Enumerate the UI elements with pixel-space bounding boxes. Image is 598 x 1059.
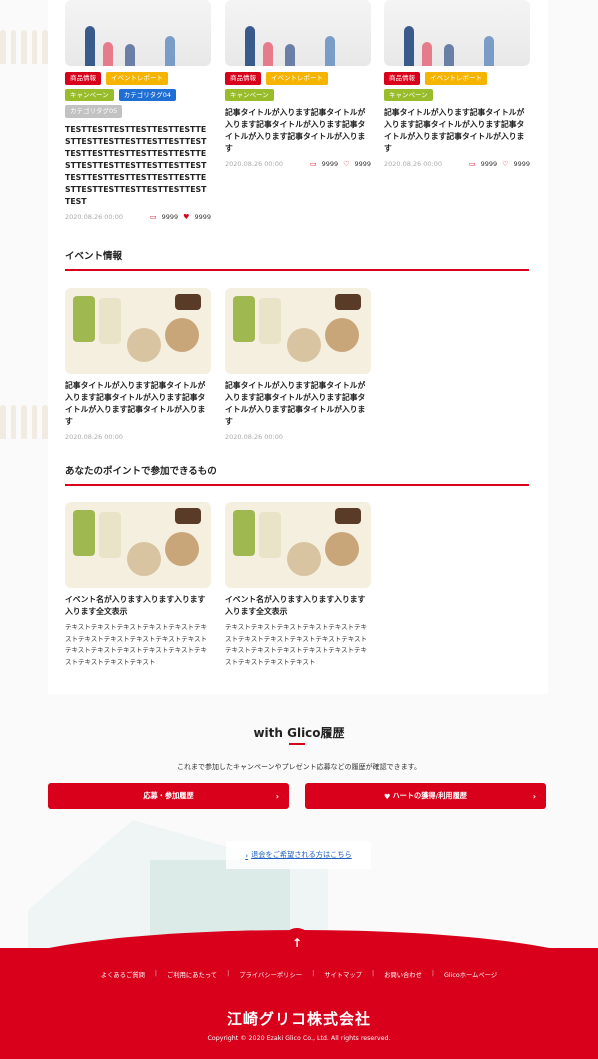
apply-history-label: 応募・参加履歴 — [143, 791, 194, 800]
tag[interactable]: イベントレポート — [266, 72, 328, 85]
chevron-right-icon: › — [245, 850, 249, 860]
event-card[interactable]: 記事タイトルが入ります記事タイトルが入ります記事タイトルが入ります記事タイトルが… — [65, 288, 211, 441]
history-description: これまで参加したキャンペーンやプレゼント応募などの履歴が確認できます。 — [177, 763, 421, 771]
apply-history-button[interactable]: 応募・参加履歴 › — [48, 783, 289, 809]
article-card[interactable]: 商品情報 イベントレポート キャンペーン 記事タイトルが入ります記事タイトルが入… — [384, 0, 530, 168]
footer-link[interactable]: お問い合わせ — [384, 970, 422, 979]
withdraw-link[interactable]: › 退会をご希望される方はこちら — [226, 841, 371, 869]
article-thumbnail — [225, 0, 371, 66]
comment-icon: ▭ — [150, 212, 157, 221]
footer — [0, 948, 598, 1059]
article-meta: 2020.08.26 00:00 ▭ 9999 ♥ 9999 — [65, 213, 211, 221]
article-title: TESTTESTTESTTESTTESTTESTTESTTESTTESTTEST… — [65, 124, 207, 206]
tag[interactable]: 商品情報 — [384, 72, 420, 85]
event-thumbnail — [225, 288, 371, 374]
copyright: Copyright © 2020 Ezaki Glico Co., Ltd. A… — [207, 1035, 391, 1042]
back-to-top-button[interactable]: ↑ — [282, 928, 312, 958]
company-logo[interactable]: 江崎グリコ株式会社 — [0, 1008, 598, 1029]
tag[interactable]: キャンペーン — [384, 88, 433, 101]
footer-link[interactable]: ご利用にあたって — [167, 970, 217, 979]
heart-icon: ♡ — [343, 160, 350, 168]
point-description: テキストテキストテキストテキストテキストテキストテキストテキストテキストテキスト… — [225, 623, 368, 666]
point-title: イベント名が入ります入ります入ります入ります全文表示 — [225, 595, 366, 616]
tag-list: 商品情報 イベントレポート キャンペーン — [384, 72, 530, 101]
tag[interactable]: キャンペーン — [65, 88, 114, 101]
event-date: 2020.08.26 00:00 — [65, 433, 124, 441]
event-title: 記事タイトルが入ります記事タイトルが入ります記事タイトルが入ります記事タイトルが… — [65, 381, 206, 426]
tag-list: 商品情報 イベントレポート キャンペーン — [225, 72, 371, 101]
heart-icon: ♡ — [502, 160, 509, 168]
heart-icon: ♥ — [183, 212, 190, 221]
fence-decoration — [0, 405, 48, 439]
divider: | — [154, 970, 158, 977]
withdraw-link-label: 退会をご希望される方はこちら — [251, 850, 352, 859]
event-title: 記事タイトルが入ります記事タイトルが入ります記事タイトルが入ります記事タイトルが… — [225, 381, 366, 426]
footer-link[interactable]: よくあるご質問 — [101, 970, 145, 979]
event-thumbnail — [65, 288, 211, 374]
comment-icon: ▭ — [310, 160, 317, 168]
tag[interactable]: カテゴリタグ04 — [118, 88, 176, 101]
heart-count: 9999 — [513, 160, 530, 168]
article-thumbnail — [65, 0, 211, 66]
history-title: with Glico履歴 — [253, 726, 345, 740]
history-title-underline — [289, 743, 305, 745]
section-heading-points: あなたのポイントで参加できるもの — [65, 466, 217, 477]
point-card[interactable]: イベント名が入ります入ります入ります入ります全文表示 テキストテキストテキストテ… — [65, 502, 211, 668]
divider: | — [431, 970, 434, 977]
footer-link[interactable]: Glicoホームページ — [444, 970, 497, 979]
comment-count: 9999 — [161, 212, 179, 221]
article-title: 記事タイトルが入ります記事タイトルが入ります記事タイトルが入ります記事タイトルが… — [225, 108, 366, 153]
article-meta: 2020.08.26 00:00 ▭ 9999 ♡ 9999 — [225, 160, 371, 168]
point-description: テキストテキストテキストテキストテキストテキストテキストテキストテキストテキスト… — [65, 623, 208, 666]
article-card[interactable]: 商品情報 イベントレポート キャンペーン カテゴリタグ04 カテゴリタグ05 T… — [65, 0, 211, 221]
point-thumbnail — [65, 502, 211, 588]
article-card[interactable]: 商品情報 イベントレポート キャンペーン 記事タイトルが入ります記事タイトルが入… — [225, 0, 371, 168]
article-date: 2020.08.26 00:00 — [384, 160, 443, 168]
divider: | — [227, 970, 230, 977]
event-meta: 2020.08.26 00:00 — [65, 433, 211, 441]
footer-link[interactable]: サイトマップ — [324, 970, 362, 979]
tag[interactable]: キャンペーン — [225, 88, 274, 101]
tag[interactable]: イベントレポート — [106, 72, 168, 85]
point-card[interactable]: イベント名が入ります入ります入ります入ります全文表示 テキストテキストテキストテ… — [225, 502, 371, 668]
fence-decoration — [0, 30, 48, 64]
article-title: 記事タイトルが入ります記事タイトルが入ります記事タイトルが入ります記事タイトルが… — [384, 108, 525, 153]
point-thumbnail — [225, 502, 371, 588]
comment-count: 9999 — [321, 160, 339, 168]
tag-list: 商品情報 イベントレポート キャンペーン カテゴリタグ04 カテゴリタグ05 — [65, 72, 211, 118]
heart-icon: ♥ — [384, 791, 391, 801]
footer-links: よくあるご質問 | ご利用にあたって | プライバシーポリシー | サイトマップ | お… — [0, 970, 598, 979]
tag[interactable]: 商品情報 — [225, 72, 261, 85]
comment-icon: ▭ — [469, 160, 476, 168]
divider: | — [312, 970, 315, 977]
tag[interactable]: 商品情報 — [65, 72, 101, 85]
tag[interactable]: カテゴリタグ05 — [65, 105, 123, 118]
point-title: イベント名が入ります入ります入ります入ります全文表示 — [65, 595, 206, 616]
article-date: 2020.08.26 00:00 — [65, 212, 124, 221]
footer-link[interactable]: プライバシーポリシー — [239, 970, 302, 979]
article-meta: 2020.08.26 00:00 ▭ 9999 ♡ 9999 — [384, 160, 530, 168]
heart-history-label: ハートの獲得/利用履歴 — [392, 791, 467, 800]
event-date: 2020.08.26 00:00 — [225, 433, 284, 441]
event-meta: 2020.08.26 00:00 — [225, 433, 371, 441]
heart-count: 9999 — [194, 212, 211, 221]
arrow-up-icon: ↑ — [291, 936, 303, 950]
article-thumbnail — [384, 0, 530, 66]
comment-count: 9999 — [480, 160, 498, 168]
chevron-right-icon: › — [532, 791, 536, 801]
article-date: 2020.08.26 00:00 — [225, 160, 284, 168]
section-heading-events: イベント情報 — [65, 251, 123, 262]
event-card[interactable]: 記事タイトルが入ります記事タイトルが入ります記事タイトルが入ります記事タイトルが… — [225, 288, 371, 441]
section-divider — [65, 269, 529, 271]
section-divider — [65, 484, 529, 486]
tag[interactable]: イベントレポート — [425, 72, 487, 85]
divider: | — [371, 970, 375, 977]
chevron-right-icon: › — [275, 791, 279, 801]
heart-history-button[interactable]: ♥ ハートの獲得/利用履歴 › — [305, 783, 546, 809]
heart-count: 9999 — [354, 160, 371, 168]
